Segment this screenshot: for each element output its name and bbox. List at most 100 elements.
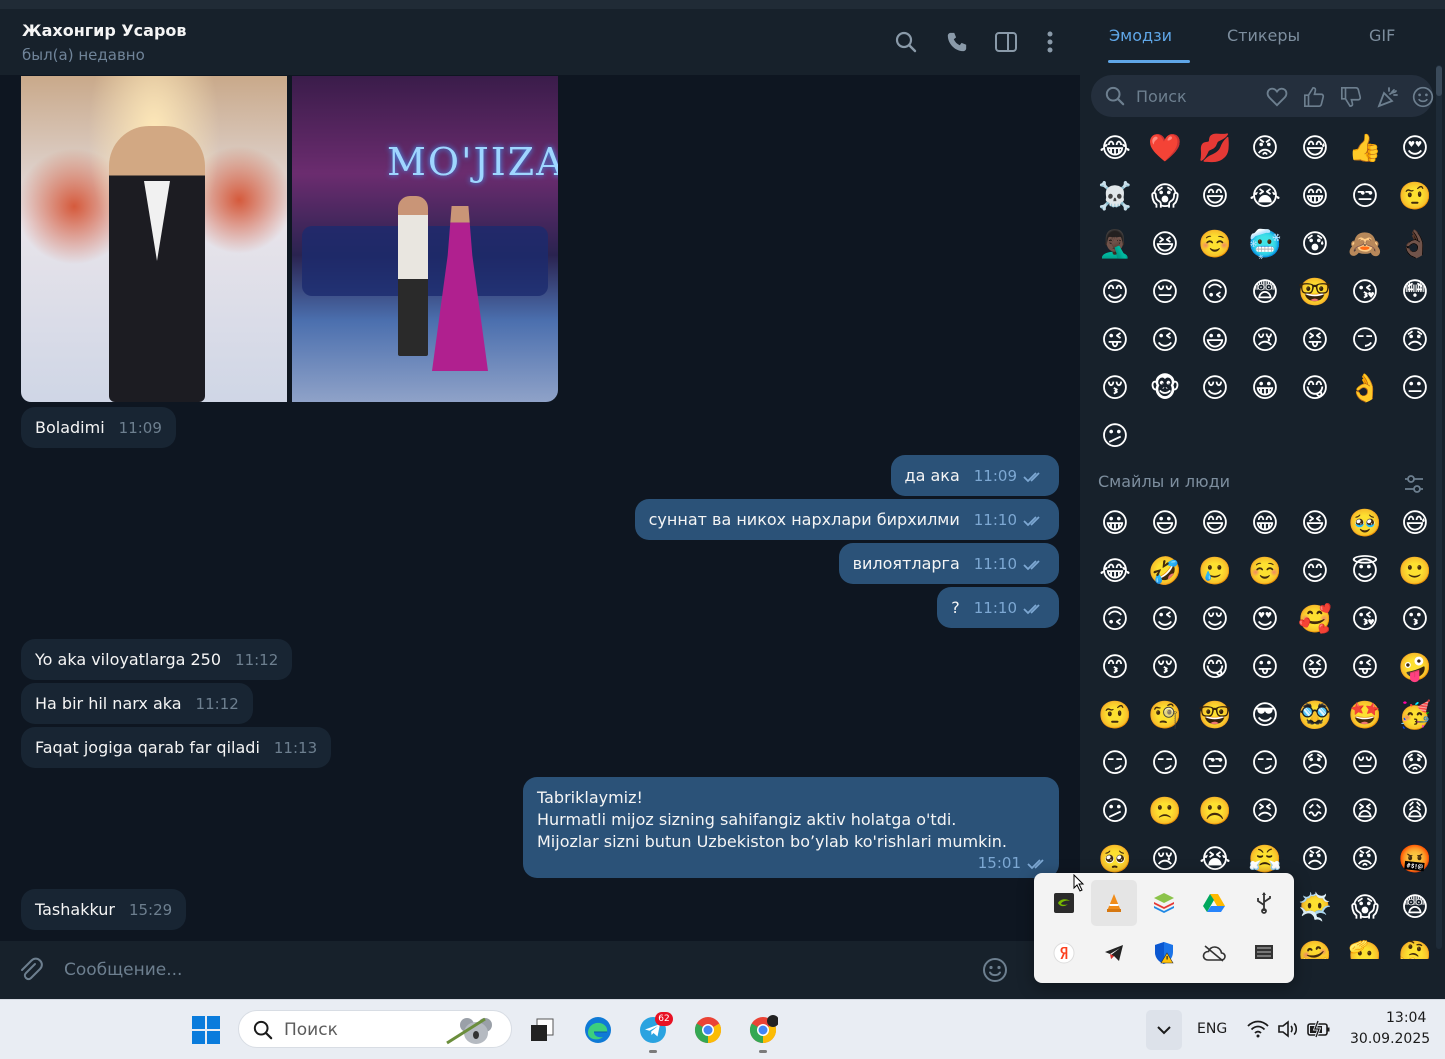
message-bubble[interactable]: да ака 11:09 bbox=[890, 455, 1059, 496]
emoji-item[interactable]: 😏 bbox=[1090, 739, 1140, 787]
clock-date[interactable]: 30.09.2025 bbox=[1350, 1031, 1430, 1047]
emoji-item[interactable]: 😳 bbox=[1390, 268, 1440, 316]
emoji-item[interactable]: 😕 bbox=[1090, 412, 1140, 460]
emoji-item[interactable]: 🥲 bbox=[1190, 547, 1240, 595]
defender-warning-icon[interactable] bbox=[1141, 930, 1187, 976]
emoji-item[interactable]: 😂 bbox=[1090, 124, 1140, 172]
wifi-icon[interactable] bbox=[1247, 1020, 1269, 1042]
emoji-item[interactable]: 😍 bbox=[1390, 124, 1440, 172]
party-category-icon[interactable] bbox=[1376, 85, 1400, 109]
emoji-item[interactable]: 😭 bbox=[1240, 172, 1290, 220]
emoji-item[interactable]: 😒 bbox=[1340, 172, 1390, 220]
emoji-item[interactable]: 👌 bbox=[1340, 364, 1390, 412]
emoji-item[interactable]: 🙈 bbox=[1340, 220, 1390, 268]
emoji-item[interactable]: 😚 bbox=[1140, 643, 1190, 691]
tab-gif[interactable]: GIF bbox=[1369, 26, 1395, 45]
emoji-item[interactable]: 😖 bbox=[1290, 787, 1340, 835]
emoji-item[interactable]: ☠️ bbox=[1090, 172, 1140, 220]
emoji-item[interactable]: 😟 bbox=[1390, 739, 1436, 787]
emoji-item[interactable]: 😋 bbox=[1190, 643, 1240, 691]
emoji-item[interactable]: 😢 bbox=[1240, 316, 1290, 364]
emoji-item[interactable]: 🥹 bbox=[1340, 499, 1390, 547]
emoji-item[interactable]: 😊 bbox=[1090, 268, 1140, 316]
emoji-item[interactable]: 😉 bbox=[1140, 595, 1190, 643]
emoji-item[interactable]: 😌 bbox=[1190, 595, 1240, 643]
google-drive-icon[interactable] bbox=[1191, 880, 1237, 926]
emoji-item[interactable]: 😉 bbox=[1140, 316, 1190, 364]
emoji-item[interactable]: 😐 bbox=[1390, 364, 1440, 412]
emoji-item[interactable]: 😛 bbox=[1240, 643, 1290, 691]
emoji-item[interactable]: 👌🏿 bbox=[1390, 220, 1440, 268]
emoji-item[interactable]: 😅 bbox=[1390, 499, 1436, 547]
message-bubble[interactable]: Yo aka viloyatlarga 250 11:12 bbox=[21, 639, 293, 680]
message-bubble[interactable]: Faqat jogiga qarab far qiladi 11:13 bbox=[21, 727, 332, 768]
emoji-item[interactable]: 🙃 bbox=[1190, 268, 1240, 316]
emoji-item[interactable]: ☺️ bbox=[1190, 220, 1240, 268]
emoji-item[interactable]: 😝 bbox=[1290, 643, 1340, 691]
emoji-item[interactable]: 😱 bbox=[1340, 883, 1390, 931]
emoji-item[interactable]: 😔 bbox=[1340, 739, 1390, 787]
emoji-item[interactable]: 😏 bbox=[1340, 316, 1390, 364]
emoji-item[interactable]: 😠 bbox=[1290, 835, 1340, 883]
emoji-item[interactable]: 😁 bbox=[1290, 172, 1340, 220]
phone-icon[interactable] bbox=[944, 29, 970, 55]
emoji-item[interactable]: 😜 bbox=[1340, 643, 1390, 691]
search-icon[interactable] bbox=[893, 29, 919, 55]
windows-start-icon[interactable] bbox=[186, 1010, 226, 1050]
emoji-item[interactable]: 😌 bbox=[1190, 364, 1240, 412]
message-bubble[interactable]: ? 11:10 bbox=[937, 587, 1059, 628]
tray-chevron-icon[interactable] bbox=[1146, 1010, 1182, 1050]
windows-search-input[interactable] bbox=[284, 1018, 414, 1042]
emoji-item[interactable]: 🤨 bbox=[1090, 691, 1140, 739]
emoji-item[interactable]: 😒 bbox=[1190, 739, 1240, 787]
emoji-item[interactable]: 😊 bbox=[1290, 547, 1340, 595]
emoji-item[interactable]: 🤓 bbox=[1290, 268, 1340, 316]
emoji-item[interactable]: 😂 bbox=[1090, 547, 1140, 595]
emoji-item[interactable]: 😱 bbox=[1140, 172, 1190, 220]
emoji-item[interactable]: 😞 bbox=[1390, 316, 1440, 364]
message-bubble[interactable]: Boladimi 11:09 bbox=[21, 407, 176, 448]
thumbs-down-category-icon[interactable] bbox=[1339, 85, 1363, 109]
message-bubble[interactable]: вилоятларга 11:10 bbox=[838, 543, 1059, 584]
emoji-item[interactable]: 😆 bbox=[1140, 220, 1190, 268]
emoji-item[interactable]: 😋 bbox=[1290, 364, 1340, 412]
emoji-scrollbar[interactable] bbox=[1436, 65, 1442, 949]
emoji-item[interactable]: 🤬 bbox=[1390, 835, 1436, 883]
emoji-item[interactable]: 😞 bbox=[1290, 739, 1340, 787]
emoji-item[interactable]: 🤔 bbox=[1390, 931, 1436, 959]
clock-time[interactable]: 13:04 bbox=[1386, 1010, 1426, 1026]
windows-search-box[interactable] bbox=[238, 1010, 512, 1048]
emoji-item[interactable]: 😫 bbox=[1340, 787, 1390, 835]
emoji-item[interactable]: 😗 bbox=[1390, 595, 1436, 643]
vlc-icon[interactable] bbox=[1091, 880, 1137, 926]
emoji-item[interactable]: 👍 bbox=[1340, 124, 1390, 172]
emoji-item[interactable]: 😨 bbox=[1240, 268, 1290, 316]
emoji-item[interactable]: 😶‍🌫️ bbox=[1290, 883, 1340, 931]
emoji-item[interactable]: 💋 bbox=[1190, 124, 1240, 172]
message-bubble[interactable]: Ha bir hil narx aka 11:12 bbox=[21, 683, 253, 724]
heart-category-icon[interactable] bbox=[1265, 85, 1289, 109]
emoji-item[interactable]: 😃 bbox=[1190, 316, 1240, 364]
telegram-taskbar-icon[interactable]: 62 bbox=[633, 1010, 673, 1050]
emoji-item[interactable]: 😝 bbox=[1290, 316, 1340, 364]
emoji-item[interactable]: 😅 bbox=[1290, 124, 1340, 172]
display-icon[interactable] bbox=[1241, 930, 1287, 976]
emoji-item[interactable]: ☹️ bbox=[1190, 787, 1240, 835]
emoji-item[interactable]: 😣 bbox=[1240, 787, 1290, 835]
emoji-item[interactable]: 🤗 bbox=[1290, 931, 1340, 959]
emoji-item[interactable]: 🥶 bbox=[1240, 220, 1290, 268]
emoji-search-input[interactable] bbox=[1136, 84, 1246, 108]
emoji-item[interactable]: 😎 bbox=[1240, 691, 1290, 739]
emoji-item[interactable]: 😩 bbox=[1390, 787, 1436, 835]
emoji-item[interactable]: 😃 bbox=[1140, 499, 1190, 547]
tab-emoji[interactable]: Эмодзи bbox=[1109, 26, 1172, 45]
bluestacks-icon[interactable] bbox=[1141, 880, 1187, 926]
emoji-item[interactable]: 🤨 bbox=[1390, 172, 1440, 220]
emoji-item[interactable]: 🤣 bbox=[1140, 547, 1190, 595]
telegram-icon[interactable] bbox=[1091, 930, 1137, 976]
emoji-item[interactable]: 🙁 bbox=[1140, 787, 1190, 835]
emoji-item[interactable]: 😚 bbox=[1090, 364, 1140, 412]
emoji-item[interactable]: 😁 bbox=[1240, 499, 1290, 547]
emoji-item[interactable]: 🧐 bbox=[1140, 691, 1190, 739]
chrome-profile-icon[interactable] bbox=[743, 1010, 783, 1050]
